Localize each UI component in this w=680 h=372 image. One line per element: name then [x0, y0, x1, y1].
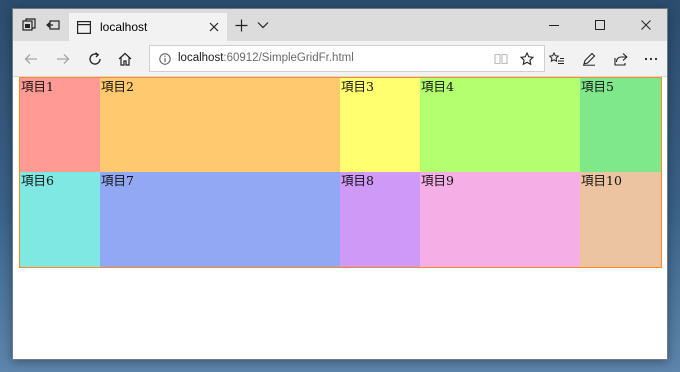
- grid-item: 項目10: [580, 172, 661, 267]
- favorite-star-icon[interactable]: [520, 52, 534, 66]
- favorites-list-icon: [549, 52, 564, 64]
- refresh-button[interactable]: [81, 45, 109, 73]
- page-content: 項目1 項目2 項目3 項目4 項目5 項目6 項目7 項目8 項目9 項目10: [13, 77, 667, 359]
- grid-item: 項目5: [580, 78, 661, 172]
- close-window-button[interactable]: [623, 9, 667, 41]
- maximize-button[interactable]: [577, 9, 623, 41]
- grid-item: 項目2: [100, 78, 340, 172]
- set-aside-tabs-icon[interactable]: [43, 15, 63, 35]
- more-button[interactable]: [637, 45, 665, 73]
- home-button[interactable]: [111, 45, 139, 73]
- forward-arrow-icon: [57, 54, 70, 64]
- close-icon: [641, 20, 651, 30]
- new-tab-icon[interactable]: [231, 15, 251, 35]
- web-note-button[interactable]: [575, 45, 603, 73]
- page-icon: [77, 20, 91, 34]
- more-dots-icon: [644, 57, 658, 61]
- info-icon: [159, 53, 171, 65]
- share-icon: [614, 53, 628, 66]
- reading-view-icon[interactable]: [494, 53, 508, 65]
- back-button[interactable]: [17, 45, 45, 73]
- grid-item: 項目6: [20, 172, 100, 267]
- title-bar: localhost: [13, 9, 667, 41]
- chevron-down-icon[interactable]: [253, 15, 273, 35]
- tab-manager-icon[interactable]: [19, 15, 39, 35]
- grid-container: 項目1 項目2 項目3 項目4 項目5 項目6 項目7 項目8 項目9 項目10: [19, 77, 662, 268]
- favorites-hub-button[interactable]: [543, 45, 571, 73]
- grid-item: 項目9: [420, 172, 580, 267]
- grid-item: 項目8: [340, 172, 420, 267]
- address-path: :60912/SimpleGridFr.html: [223, 52, 354, 64]
- close-tab-icon[interactable]: [207, 20, 221, 34]
- home-icon: [118, 52, 132, 66]
- browser-window: localhost localhost:60912/SimpleGridFr.h…: [12, 8, 668, 360]
- minimize-button[interactable]: [531, 9, 577, 41]
- address-text: localhost:60912/SimpleGridFr.html: [178, 52, 354, 64]
- tab-localhost[interactable]: localhost: [69, 13, 227, 41]
- pen-icon: [583, 52, 596, 66]
- tab-title: localhost: [100, 20, 148, 34]
- address-host: localhost: [178, 52, 224, 64]
- back-arrow-icon: [24, 54, 37, 64]
- share-button[interactable]: [607, 45, 635, 73]
- grid-item: 項目4: [420, 78, 580, 172]
- minimize-icon: [549, 25, 559, 26]
- maximize-icon: [595, 20, 605, 30]
- navigation-toolbar: localhost:60912/SimpleGridFr.html: [13, 41, 667, 77]
- forward-button[interactable]: [49, 45, 77, 73]
- grid-item: 項目3: [340, 78, 420, 172]
- grid-item: 項目7: [100, 172, 340, 267]
- grid-item: 項目1: [20, 78, 100, 172]
- address-bar[interactable]: localhost:60912/SimpleGridFr.html: [149, 45, 545, 72]
- refresh-icon: [89, 52, 101, 65]
